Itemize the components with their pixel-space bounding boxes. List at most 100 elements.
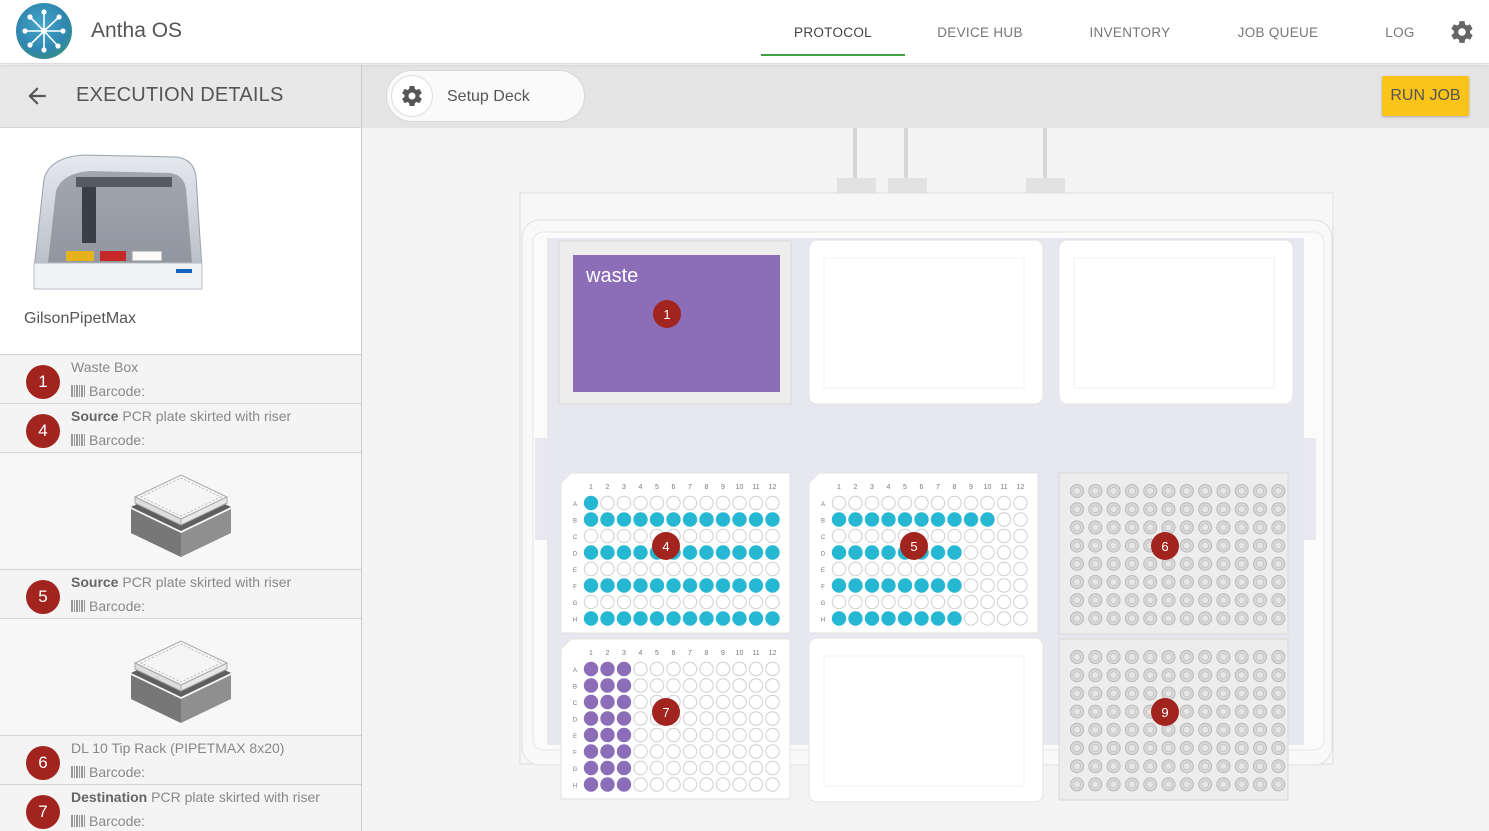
- well-empty[interactable]: [732, 711, 747, 726]
- well-empty[interactable]: [715, 694, 731, 710]
- well-empty[interactable]: [732, 694, 747, 710]
- well-empty[interactable]: [583, 561, 599, 577]
- well-empty[interactable]: [649, 495, 665, 511]
- well-empty[interactable]: [682, 594, 698, 610]
- well-filled[interactable]: [682, 545, 698, 560]
- nav-tab-log[interactable]: LOG: [1372, 0, 1428, 64]
- well-filled[interactable]: [864, 512, 880, 527]
- well-empty[interactable]: [732, 528, 747, 544]
- well-empty[interactable]: [1013, 528, 1028, 544]
- well-empty[interactable]: [633, 678, 648, 693]
- well-filled[interactable]: [633, 611, 648, 626]
- well-empty[interactable]: [748, 561, 764, 577]
- well-filled[interactable]: [600, 744, 615, 759]
- well-empty[interactable]: [765, 777, 780, 792]
- well-empty[interactable]: [897, 495, 913, 511]
- well-filled[interactable]: [616, 760, 632, 776]
- well-empty[interactable]: [682, 760, 698, 776]
- well-filled[interactable]: [600, 678, 615, 693]
- well-filled[interactable]: [748, 545, 764, 560]
- well-empty[interactable]: [765, 760, 780, 776]
- well-filled[interactable]: [616, 611, 632, 626]
- well-filled[interactable]: [583, 678, 599, 693]
- nav-tab-device-hub[interactable]: DEVICE HUB: [920, 0, 1040, 64]
- well-empty[interactable]: [715, 495, 731, 511]
- well-filled[interactable]: [600, 777, 615, 792]
- well-filled[interactable]: [616, 727, 632, 743]
- well-filled[interactable]: [600, 512, 615, 527]
- well-filled[interactable]: [897, 578, 913, 593]
- well-filled[interactable]: [947, 578, 962, 593]
- well-empty[interactable]: [996, 512, 1012, 527]
- well-filled[interactable]: [848, 611, 863, 626]
- well-empty[interactable]: [699, 760, 714, 776]
- well-empty[interactable]: [1013, 561, 1028, 577]
- well-filled[interactable]: [748, 512, 764, 527]
- well-empty[interactable]: [682, 744, 698, 759]
- well-empty[interactable]: [649, 594, 665, 610]
- well-empty[interactable]: [633, 777, 648, 792]
- well-empty[interactable]: [980, 545, 995, 560]
- well-empty[interactable]: [831, 495, 847, 511]
- well-empty[interactable]: [980, 495, 995, 511]
- nav-tab-protocol[interactable]: PROTOCOL: [761, 0, 905, 64]
- well-empty[interactable]: [666, 777, 681, 792]
- deck-position-3[interactable]: [1058, 239, 1294, 405]
- well-empty[interactable]: [699, 528, 714, 544]
- well-filled[interactable]: [699, 545, 714, 560]
- well-filled[interactable]: [583, 545, 599, 560]
- well-empty[interactable]: [649, 678, 665, 693]
- nav-tab-inventory[interactable]: INVENTORY: [1075, 0, 1185, 64]
- deck-item-4[interactable]: 4 Source PCR plate skirted with riser Ba…: [0, 404, 361, 452]
- well-empty[interactable]: [947, 495, 962, 511]
- well-filled[interactable]: [616, 661, 632, 677]
- well-empty[interactable]: [649, 727, 665, 743]
- well-empty[interactable]: [914, 594, 929, 610]
- well-filled[interactable]: [682, 578, 698, 593]
- well-empty[interactable]: [633, 694, 648, 710]
- well-empty[interactable]: [897, 594, 913, 610]
- well-empty[interactable]: [930, 561, 946, 577]
- well-empty[interactable]: [715, 561, 731, 577]
- well-empty[interactable]: [732, 727, 747, 743]
- well-empty[interactable]: [963, 528, 979, 544]
- well-empty[interactable]: [848, 594, 863, 610]
- well-empty[interactable]: [666, 661, 681, 677]
- well-filled[interactable]: [616, 694, 632, 710]
- deck-item-7[interactable]: 7 Destination PCR plate skirted with ris…: [0, 785, 361, 831]
- well-empty[interactable]: [947, 594, 962, 610]
- well-empty[interactable]: [649, 744, 665, 759]
- well-filled[interactable]: [682, 512, 698, 527]
- well-empty[interactable]: [699, 661, 714, 677]
- well-empty[interactable]: [633, 495, 648, 511]
- well-filled[interactable]: [897, 611, 913, 626]
- well-filled[interactable]: [947, 611, 962, 626]
- deck-position-5[interactable]: 1 2 3 4 5 6 7 8 9 10 11 12ABCDEFGH5: [808, 472, 1039, 634]
- well-empty[interactable]: [963, 561, 979, 577]
- well-empty[interactable]: [682, 678, 698, 693]
- well-filled[interactable]: [583, 694, 599, 710]
- well-filled[interactable]: [616, 678, 632, 693]
- well-empty[interactable]: [682, 727, 698, 743]
- well-empty[interactable]: [848, 561, 863, 577]
- well-empty[interactable]: [980, 528, 995, 544]
- well-empty[interactable]: [633, 744, 648, 759]
- well-empty[interactable]: [715, 678, 731, 693]
- well-empty[interactable]: [996, 545, 1012, 560]
- well-empty[interactable]: [699, 777, 714, 792]
- well-empty[interactable]: [930, 495, 946, 511]
- well-filled[interactable]: [765, 611, 780, 626]
- well-filled[interactable]: [699, 578, 714, 593]
- deck-position-7[interactable]: 1 2 3 4 5 6 7 8 9 10 11 12ABCDEFGH7: [560, 638, 791, 800]
- well-filled[interactable]: [600, 727, 615, 743]
- well-filled[interactable]: [748, 578, 764, 593]
- well-filled[interactable]: [930, 512, 946, 527]
- well-filled[interactable]: [583, 578, 599, 593]
- well-filled[interactable]: [616, 711, 632, 726]
- deck-item-5[interactable]: 5 Source PCR plate skirted with riser Ba…: [0, 570, 361, 618]
- well-filled[interactable]: [666, 578, 681, 593]
- well-filled[interactable]: [633, 578, 648, 593]
- well-empty[interactable]: [765, 594, 780, 610]
- well-empty[interactable]: [732, 760, 747, 776]
- well-empty[interactable]: [963, 578, 979, 593]
